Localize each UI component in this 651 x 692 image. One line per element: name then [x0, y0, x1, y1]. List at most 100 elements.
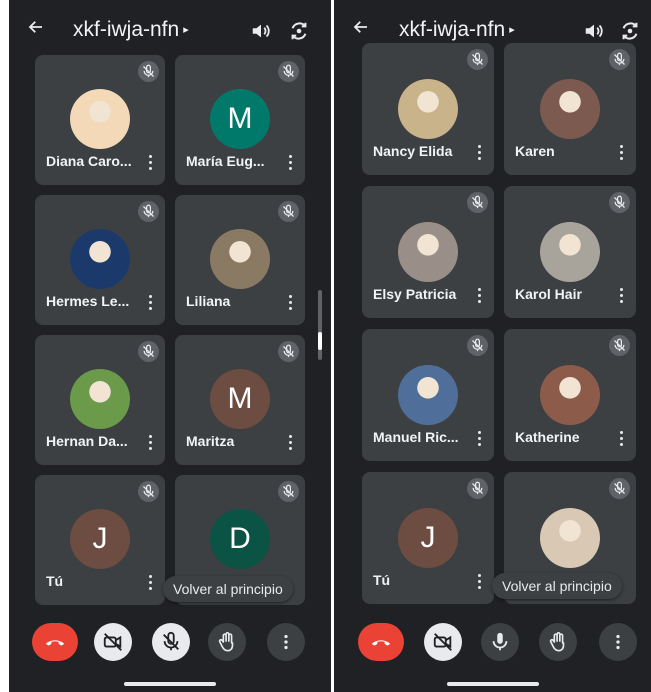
home-indicator	[447, 682, 539, 686]
switch-camera-icon[interactable]	[619, 20, 641, 42]
mic-off-icon	[472, 481, 483, 495]
back-button[interactable]	[27, 18, 45, 42]
mic-off-badge	[138, 341, 159, 362]
avatar	[540, 508, 600, 568]
switch-camera-icon[interactable]	[288, 20, 310, 42]
mic-off-icon	[472, 195, 483, 209]
mic-off-icon	[143, 204, 154, 218]
home-indicator	[124, 682, 216, 686]
more-vert-icon[interactable]	[145, 155, 155, 171]
more-vert-icon[interactable]	[474, 574, 484, 590]
participant-name: Tú	[46, 573, 64, 589]
more-vert-icon[interactable]	[285, 435, 295, 451]
meeting-code: xkf-iwja-nfn	[73, 18, 180, 41]
participant-name: Liliana	[186, 293, 231, 309]
camera-off-button[interactable]	[94, 623, 132, 661]
mic-button[interactable]	[481, 623, 519, 661]
avatar	[398, 365, 458, 425]
mic-off-icon	[143, 484, 154, 498]
avatar	[70, 369, 130, 429]
mic-off-badge	[278, 61, 299, 82]
mic-off-icon	[614, 52, 625, 66]
more-vert-icon[interactable]	[474, 145, 484, 161]
more-vert-icon[interactable]	[616, 288, 626, 304]
more-vert-icon[interactable]	[285, 155, 295, 171]
participant-name: Karol Hair	[515, 286, 582, 302]
participant-name: Karen	[515, 143, 555, 159]
avatar	[540, 222, 600, 282]
more-vert-icon[interactable]	[616, 145, 626, 161]
participant-tile[interactable]: M María Eug...	[175, 55, 305, 185]
participant-tile[interactable]: Hermes Le...	[35, 195, 165, 325]
avatar: M	[210, 369, 270, 429]
mic-off-badge	[609, 335, 630, 356]
back-to-top-button[interactable]: Volver al principio	[492, 573, 622, 599]
phone-left: xkf-iwja-nfn ▸ Diana Caro... M María Eug... H…	[9, 0, 331, 692]
raise-hand-button[interactable]	[208, 623, 246, 661]
end-call-button[interactable]	[358, 623, 404, 661]
mic-off-badge	[609, 49, 630, 70]
mic-off-icon	[472, 338, 483, 352]
back-button[interactable]	[352, 18, 370, 42]
avatar	[540, 365, 600, 425]
participant-name: Katherine	[515, 429, 580, 445]
scrollbar-thumb[interactable]	[318, 332, 322, 350]
more-vert-icon[interactable]	[474, 431, 484, 447]
more-vert-icon[interactable]	[145, 295, 155, 311]
participant-tile[interactable]: Karol Hair	[504, 186, 636, 318]
participant-tile[interactable]: J Tú	[362, 472, 494, 604]
caret-right-icon: ▸	[509, 24, 515, 37]
mic-off-icon	[143, 344, 154, 358]
mic-off-badge	[278, 201, 299, 222]
participant-tile[interactable]: Nancy Elida	[362, 43, 494, 175]
avatar	[540, 79, 600, 139]
speaker-icon[interactable]	[250, 20, 272, 42]
participant-name: Elsy Patricia	[373, 286, 457, 302]
participant-tile[interactable]: M Maritza	[175, 335, 305, 465]
speaker-icon[interactable]	[583, 20, 605, 42]
participant-name: Nancy Elida	[373, 143, 453, 159]
avatar	[398, 79, 458, 139]
mic-off-badge	[467, 335, 488, 356]
participant-name: Maritza	[186, 433, 235, 449]
participant-tile[interactable]: Hernan Da...	[35, 335, 165, 465]
participant-tile[interactable]: Katherine	[504, 329, 636, 461]
avatar	[70, 229, 130, 289]
mic-off-badge	[609, 478, 630, 499]
arrow-back-icon	[353, 21, 367, 33]
participant-tile[interactable]: J Tú	[35, 475, 165, 605]
participant-tile[interactable]: Diana Caro...	[35, 55, 165, 185]
mic-off-icon	[283, 64, 294, 78]
more-options-button[interactable]	[267, 623, 305, 661]
meeting-title[interactable]: xkf-iwja-nfn ▸	[399, 16, 515, 44]
mic-off-button[interactable]	[152, 623, 190, 661]
participant-name: Hernan Da...	[46, 433, 128, 449]
participant-tile[interactable]: Karen	[504, 43, 636, 175]
avatar: D	[210, 509, 270, 569]
more-vert-icon[interactable]	[145, 435, 155, 451]
mic-off-icon	[283, 484, 294, 498]
end-call-button[interactable]	[32, 623, 78, 661]
participant-tile[interactable]: Elsy Patricia	[362, 186, 494, 318]
meeting-title[interactable]: xkf-iwja-nfn ▸	[73, 16, 189, 44]
participant-name: Hermes Le...	[46, 293, 130, 309]
camera-off-button[interactable]	[424, 623, 462, 661]
back-to-top-button[interactable]: Volver al principio	[163, 576, 293, 602]
mic-off-badge	[138, 201, 159, 222]
mic-off-badge	[609, 192, 630, 213]
mic-off-badge	[138, 61, 159, 82]
mic-off-icon	[614, 195, 625, 209]
mic-off-icon	[283, 344, 294, 358]
top-bar: xkf-iwja-nfn ▸	[9, 12, 331, 52]
more-vert-icon[interactable]	[145, 575, 155, 591]
participant-name: Manuel Ric...	[373, 429, 459, 445]
participant-tile[interactable]: Liliana	[175, 195, 305, 325]
raise-hand-button[interactable]	[539, 623, 577, 661]
participant-tile[interactable]: Manuel Ric...	[362, 329, 494, 461]
mic-off-icon	[614, 338, 625, 352]
more-vert-icon[interactable]	[474, 288, 484, 304]
more-options-button[interactable]	[599, 623, 637, 661]
more-vert-icon[interactable]	[616, 431, 626, 447]
mic-off-icon	[283, 204, 294, 218]
more-vert-icon[interactable]	[285, 295, 295, 311]
